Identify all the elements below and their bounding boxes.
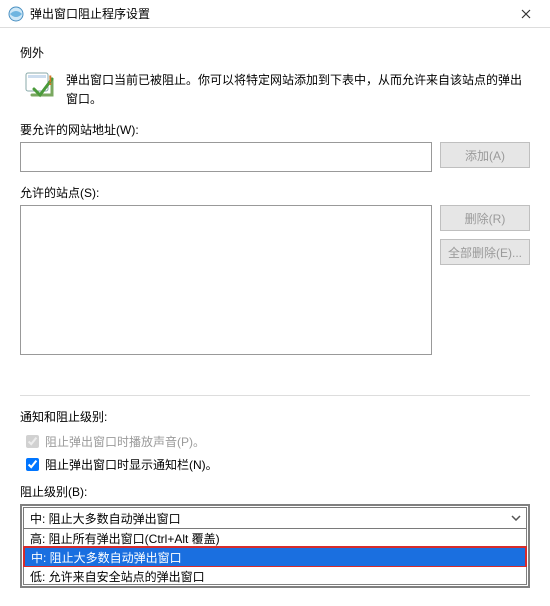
remove-all-button[interactable]: 全部删除(E)... <box>440 239 530 265</box>
allowed-sites-list[interactable] <box>20 205 432 355</box>
description-text: 弹出窗口当前已被阻止。你可以将特定网站添加到下表中，从而允许来自该站点的弹出窗口… <box>66 69 530 109</box>
play-sound-checkbox <box>26 435 39 448</box>
play-sound-row: 阻止弹出窗口时播放声音(P)。 <box>26 433 530 450</box>
block-level-dropdown: 高: 阻止所有弹出窗口(Ctrl+Alt 覆盖) 中: 阻止大多数自动弹出窗口 … <box>23 529 527 585</box>
notifications-heading: 通知和阻止级别: <box>20 408 530 425</box>
play-sound-label: 阻止弹出窗口时播放声音(P)。 <box>45 433 205 450</box>
show-bar-row[interactable]: 阻止弹出窗口时显示通知栏(N)。 <box>26 456 530 473</box>
selected-highlight: 中: 阻止大多数自动弹出窗口 <box>23 546 527 568</box>
remove-button[interactable]: 删除(R) <box>440 205 530 231</box>
block-level-combo[interactable]: 中: 阻止大多数自动弹出窗口 高: 阻止所有弹出窗口(Ctrl+Alt 覆盖) … <box>20 504 530 588</box>
block-level-select[interactable]: 中: 阻止大多数自动弹出窗口 <box>23 507 527 529</box>
svg-text:!: ! <box>48 72 53 88</box>
show-bar-label: 阻止弹出窗口时显示通知栏(N)。 <box>45 456 218 473</box>
selected-value: 中: 阻止大多数自动弹出窗口 <box>30 510 181 527</box>
exceptions-heading: 例外 <box>20 44 530 61</box>
address-label: 要允许的网站地址(W): <box>20 121 530 138</box>
info-icon: ! <box>24 69 56 101</box>
close-button[interactable] <box>506 0 546 28</box>
window-title: 弹出窗口阻止程序设置 <box>30 5 506 22</box>
window-icon <box>8 6 24 22</box>
show-bar-checkbox[interactable] <box>26 458 39 471</box>
option-low[interactable]: 低: 允许来自安全站点的弹出窗口 <box>23 567 527 585</box>
sites-label: 允许的站点(S): <box>20 184 530 201</box>
description-row: ! 弹出窗口当前已被阻止。你可以将特定网站添加到下表中，从而允许来自该站点的弹出… <box>20 69 530 109</box>
divider <box>20 395 530 396</box>
titlebar: 弹出窗口阻止程序设置 <box>0 0 550 28</box>
dialog-content: 例外 ! 弹出窗口当前已被阻止。你可以将特定网站添加到下表中，从而允许来自该站点… <box>0 28 550 588</box>
block-level-label: 阻止级别(B): <box>20 483 530 500</box>
address-input[interactable] <box>20 142 432 172</box>
add-button[interactable]: 添加(A) <box>440 142 530 168</box>
chevron-down-icon <box>508 510 524 526</box>
option-mid[interactable]: 中: 阻止大多数自动弹出窗口 <box>25 548 525 566</box>
option-high[interactable]: 高: 阻止所有弹出窗口(Ctrl+Alt 覆盖) <box>23 529 527 547</box>
